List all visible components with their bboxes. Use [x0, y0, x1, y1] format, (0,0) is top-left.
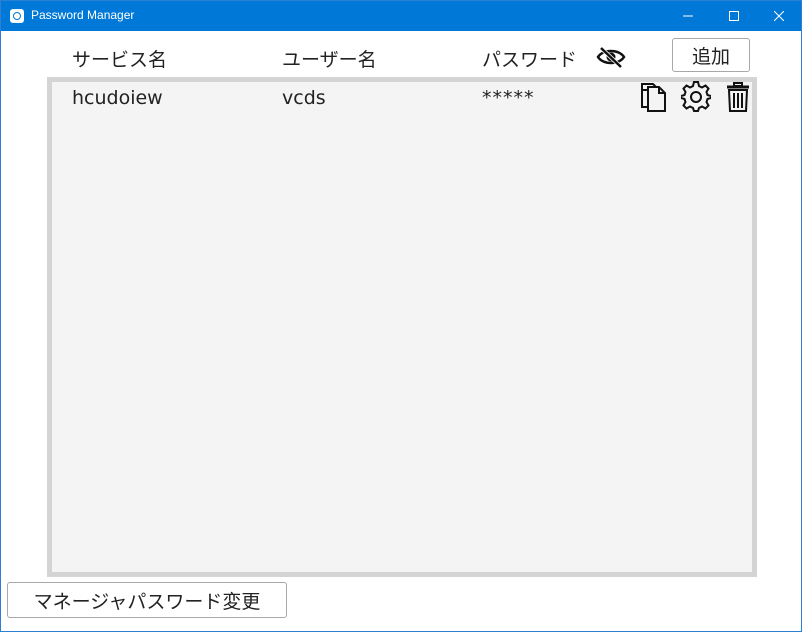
app-window: Password Manager サービス名 ユーザー名 パスワード 追加 hc…: [0, 0, 802, 632]
eye-slash-icon[interactable]: [595, 44, 627, 70]
minimize-button[interactable]: [665, 1, 711, 31]
settings-icon[interactable]: [680, 81, 712, 113]
maximize-icon: [729, 11, 739, 21]
trash-icon[interactable]: [723, 81, 753, 113]
entry-user: vcds: [282, 87, 326, 109]
maximize-button[interactable]: [711, 1, 757, 31]
close-button[interactable]: [756, 1, 802, 31]
user-column-header: ユーザー名: [282, 49, 377, 71]
entry-list: [47, 77, 757, 577]
add-button[interactable]: 追加: [672, 38, 750, 72]
app-icon: [10, 9, 24, 23]
minimize-icon: [683, 15, 693, 17]
copy-icon[interactable]: [639, 81, 669, 113]
change-manager-password-button[interactable]: マネージャパスワード変更: [7, 582, 287, 618]
service-column-header: サービス名: [72, 49, 168, 71]
window-title: Password Manager: [31, 8, 135, 22]
entry-service: hcudoiew: [72, 87, 163, 109]
entry-password: *****: [482, 87, 535, 109]
password-column-header: パスワード: [482, 49, 578, 71]
close-icon: [774, 11, 784, 21]
title-bar[interactable]: Password Manager: [1, 1, 801, 31]
